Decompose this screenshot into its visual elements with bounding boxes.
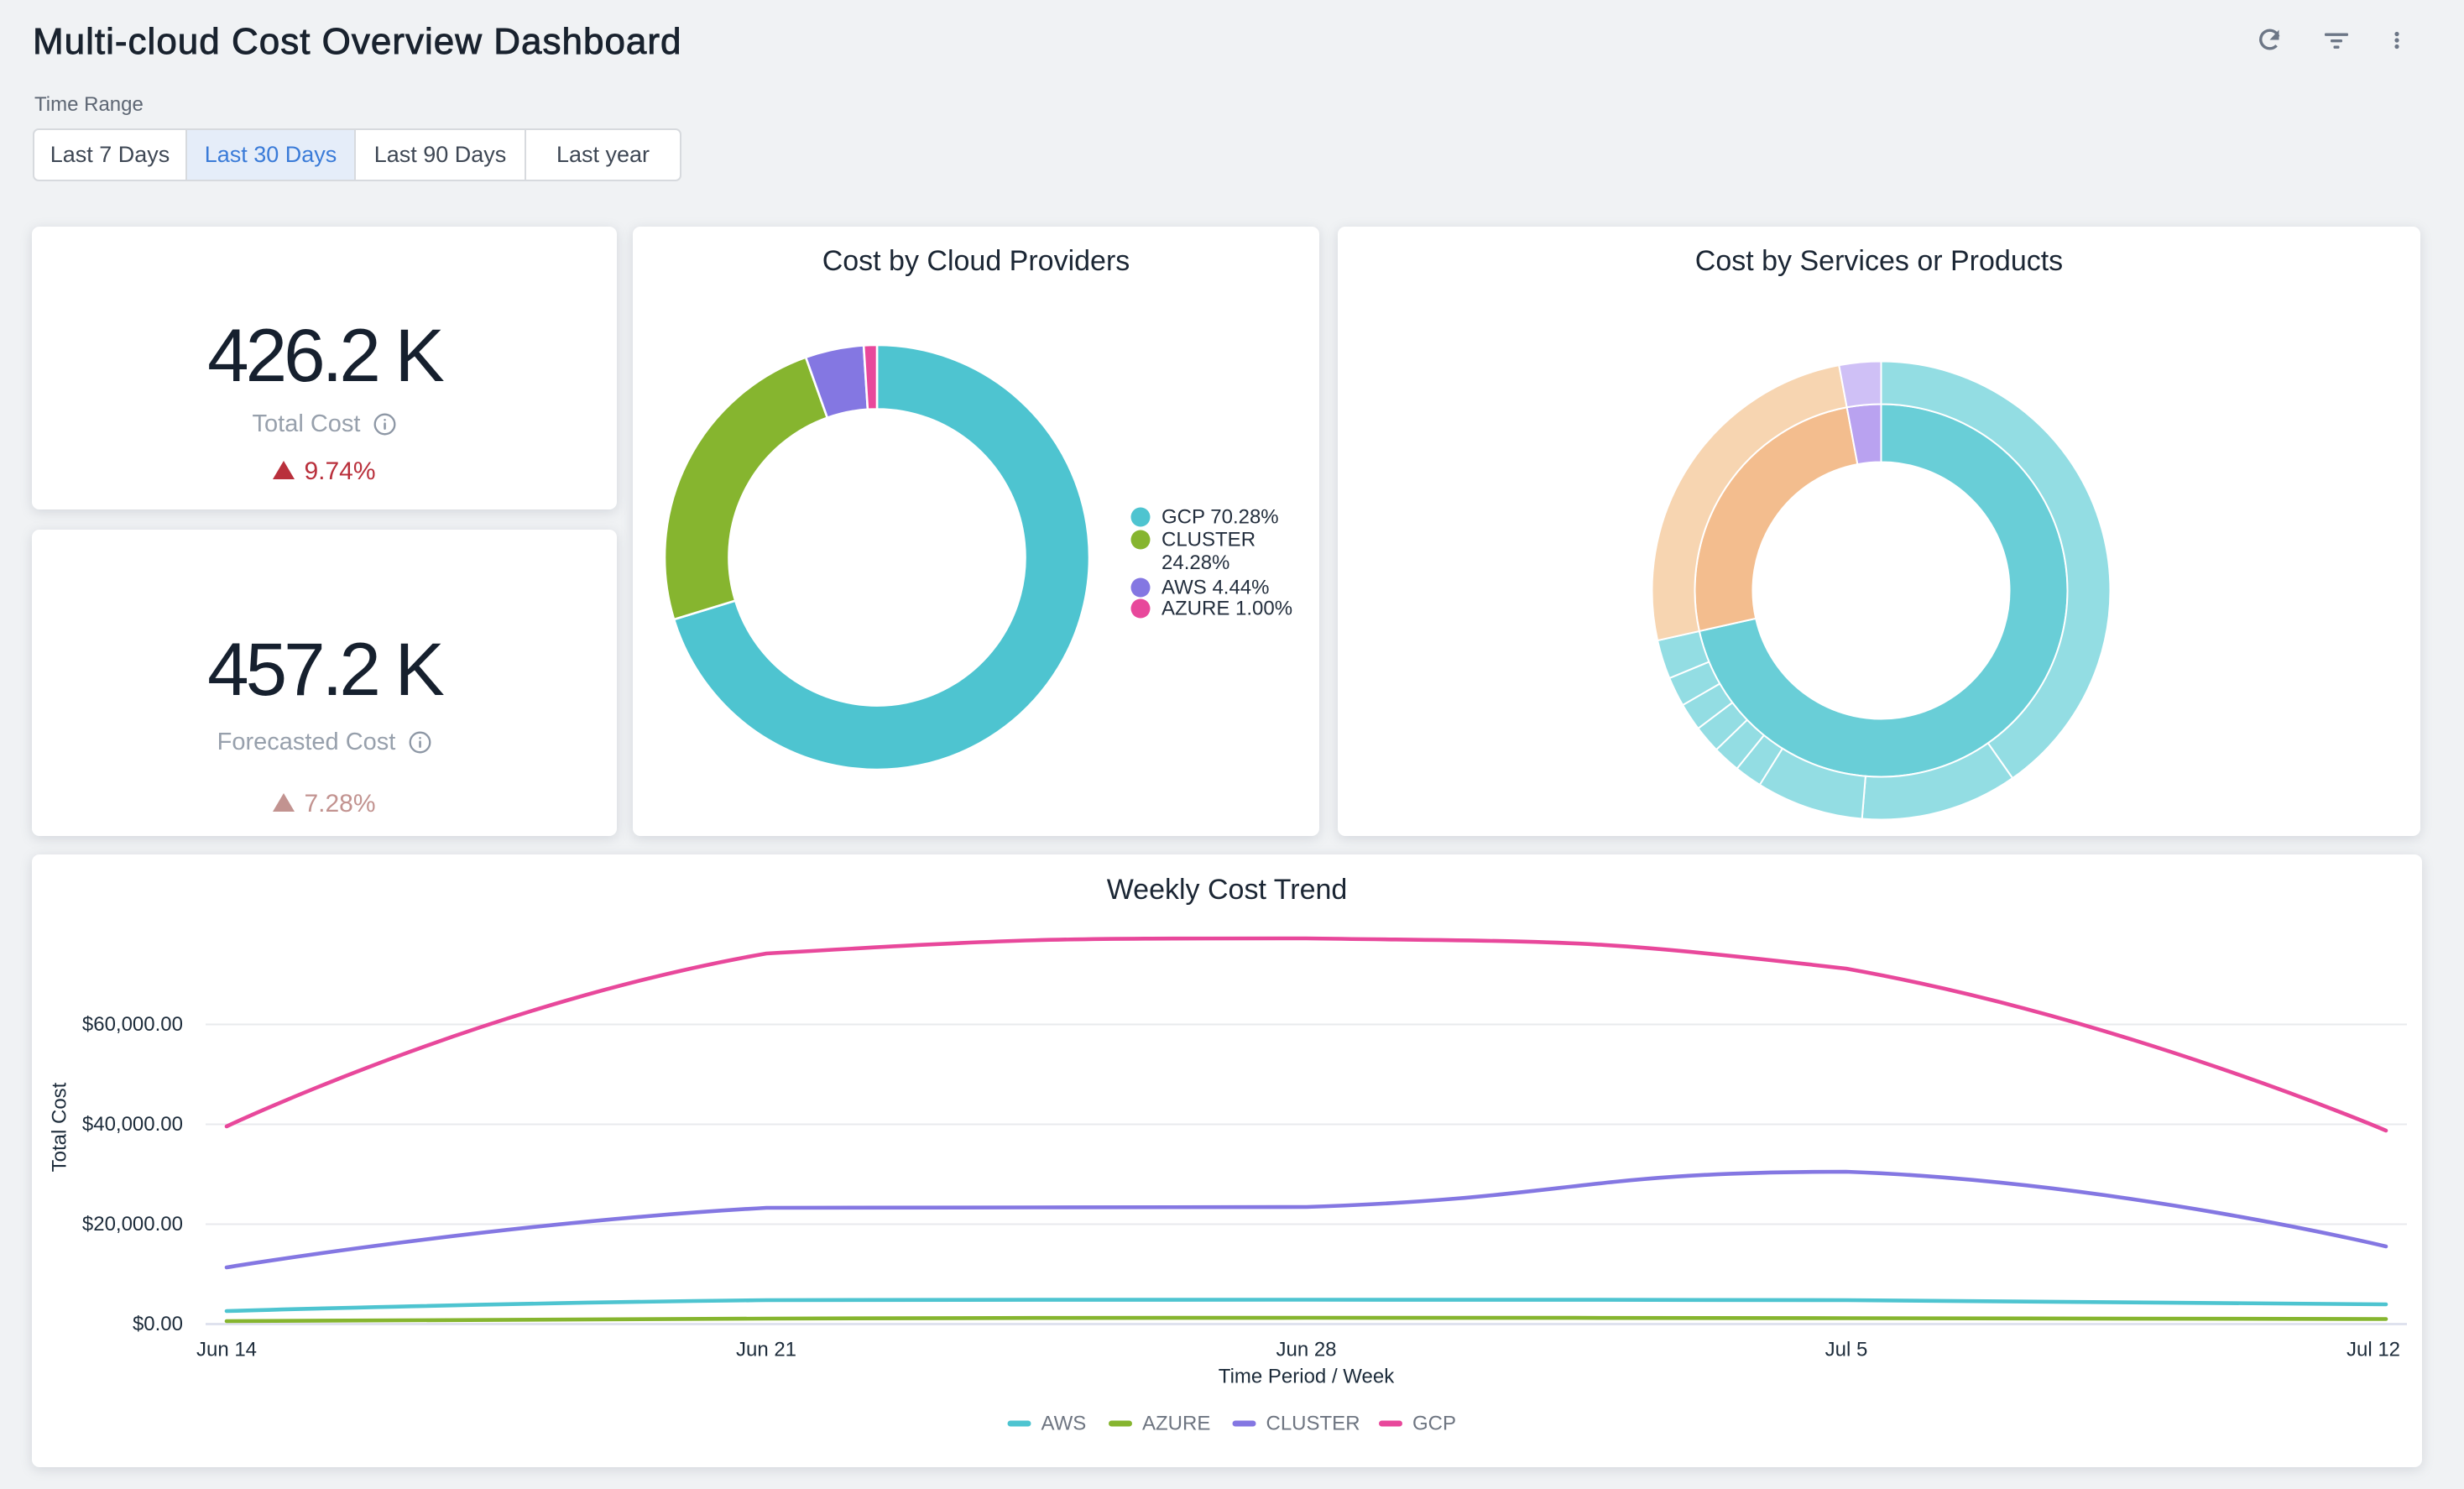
svg-text:AZURE 1.00%: AZURE 1.00% [1162, 598, 1292, 620]
svg-text:$40,000.00: $40,000.00 [82, 1113, 183, 1136]
svg-text:Total Cost: Total Cost [49, 1082, 71, 1172]
svg-text:$20,000.00: $20,000.00 [82, 1213, 183, 1236]
svg-text:Jun 28: Jun 28 [1276, 1339, 1336, 1361]
svg-text:$0.00: $0.00 [133, 1313, 183, 1335]
svg-text:GCP 70.28%: GCP 70.28% [1162, 506, 1279, 529]
svg-text:Jul 5: Jul 5 [1825, 1339, 1868, 1361]
svg-text:CLUSTER: CLUSTER [1266, 1413, 1360, 1435]
svg-text:AWS 4.44%: AWS 4.44% [1162, 577, 1270, 599]
svg-text:$60,000.00: $60,000.00 [82, 1013, 183, 1036]
svg-text:AZURE: AZURE [1142, 1413, 1210, 1435]
svg-text:Jun 21: Jun 21 [736, 1339, 796, 1361]
svg-text:Time Period / Week: Time Period / Week [1219, 1366, 1395, 1388]
svg-text:24.28%: 24.28% [1162, 551, 1229, 574]
svg-text:Jul 12: Jul 12 [2347, 1339, 2400, 1361]
svg-text:AWS: AWS [1041, 1413, 1087, 1435]
svg-text:Jun 14: Jun 14 [196, 1339, 257, 1361]
svg-text:CLUSTER: CLUSTER [1162, 529, 1255, 551]
svg-text:GCP: GCP [1412, 1413, 1456, 1435]
